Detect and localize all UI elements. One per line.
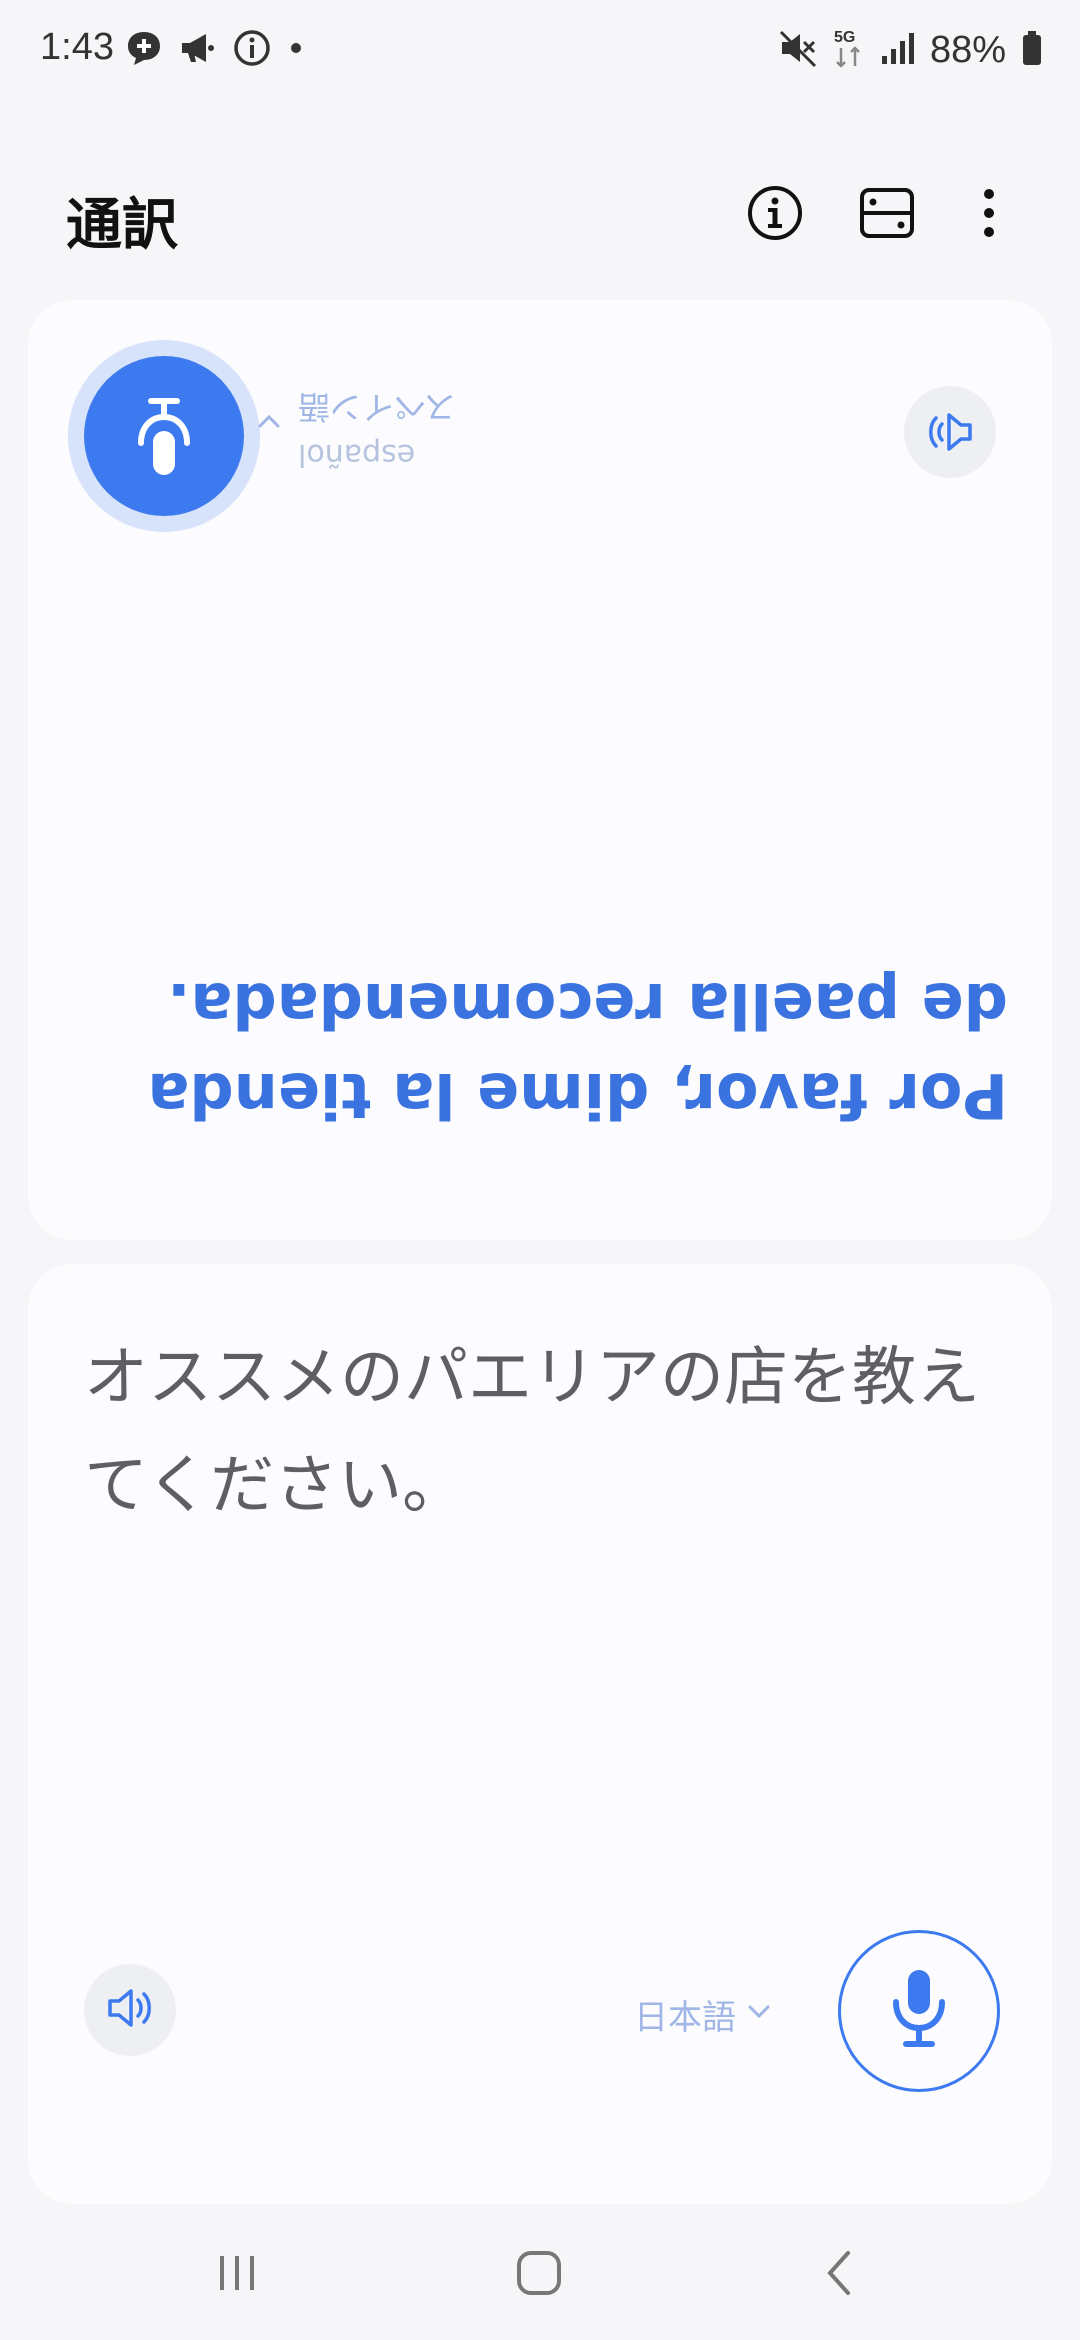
home-button[interactable]	[494, 2240, 584, 2310]
speaker-icon	[102, 1980, 158, 2040]
status-notification-icons	[124, 28, 306, 72]
mic-icon	[884, 1964, 954, 2058]
chat-plus-icon	[124, 28, 164, 72]
status-time: 1:43	[40, 26, 114, 68]
system-nav-bar	[0, 2220, 1080, 2340]
mic-icon	[129, 391, 199, 481]
recents-button[interactable]	[192, 2240, 282, 2310]
status-system-icons: 5G 88%	[778, 26, 1044, 74]
page-title: 通訳	[66, 193, 178, 258]
battery-percentage: 88%	[929, 28, 1006, 71]
partner-language-selector[interactable]: español スペイン語	[258, 380, 558, 480]
own-speaker-button[interactable]	[84, 1964, 176, 2056]
partner-language-native: español	[298, 437, 416, 472]
network-5g-icon: 5G	[832, 26, 866, 74]
battery-icon	[1020, 28, 1044, 72]
back-button[interactable]	[796, 2240, 886, 2310]
layout-icon	[858, 184, 916, 246]
partner-speaker-button[interactable]	[904, 386, 996, 478]
network-5g-label: 5G	[834, 29, 855, 46]
own-language-selector[interactable]: 日本語	[634, 1984, 772, 2044]
back-icon	[816, 2248, 866, 2302]
partner-mic-button[interactable]	[68, 340, 260, 532]
interpreter-screen: 1:43 5G 88% 通訳 español スペイン語 Por favor, …	[0, 0, 1080, 2340]
partner-language-label: スペイン語	[298, 388, 456, 426]
info-button[interactable]	[740, 180, 810, 250]
chevron-down-icon	[256, 404, 282, 434]
info-circle-icon	[232, 28, 272, 72]
signal-icon	[880, 28, 916, 72]
info-icon	[746, 184, 804, 246]
chevron-down-icon	[746, 1999, 772, 2029]
home-icon	[514, 2248, 564, 2302]
speaker-icon	[922, 404, 978, 460]
own-language-label: 日本語	[634, 1997, 736, 2038]
partner-translation-text: Por favor, dime la tienda de paella reco…	[147, 969, 1008, 1132]
partner-panel: español スペイン語 Por favor, dime la tienda …	[28, 300, 1052, 1240]
app-header: 通訳	[0, 160, 1080, 270]
own-speech-text: オススメのパエリアの店を教えてください。	[84, 1341, 980, 1523]
more-icon	[979, 184, 999, 246]
more-options-button[interactable]	[954, 180, 1024, 250]
megaphone-icon	[178, 28, 218, 72]
layout-toggle-button[interactable]	[852, 180, 922, 250]
recents-icon	[212, 2248, 262, 2302]
own-panel: オススメのパエリアの店を教えてください。 日本語	[28, 1264, 1052, 2204]
mute-icon	[778, 28, 818, 72]
own-mic-button[interactable]	[838, 1930, 1000, 2092]
dot-icon	[286, 28, 306, 72]
status-bar: 1:43 5G 88%	[0, 0, 1080, 100]
